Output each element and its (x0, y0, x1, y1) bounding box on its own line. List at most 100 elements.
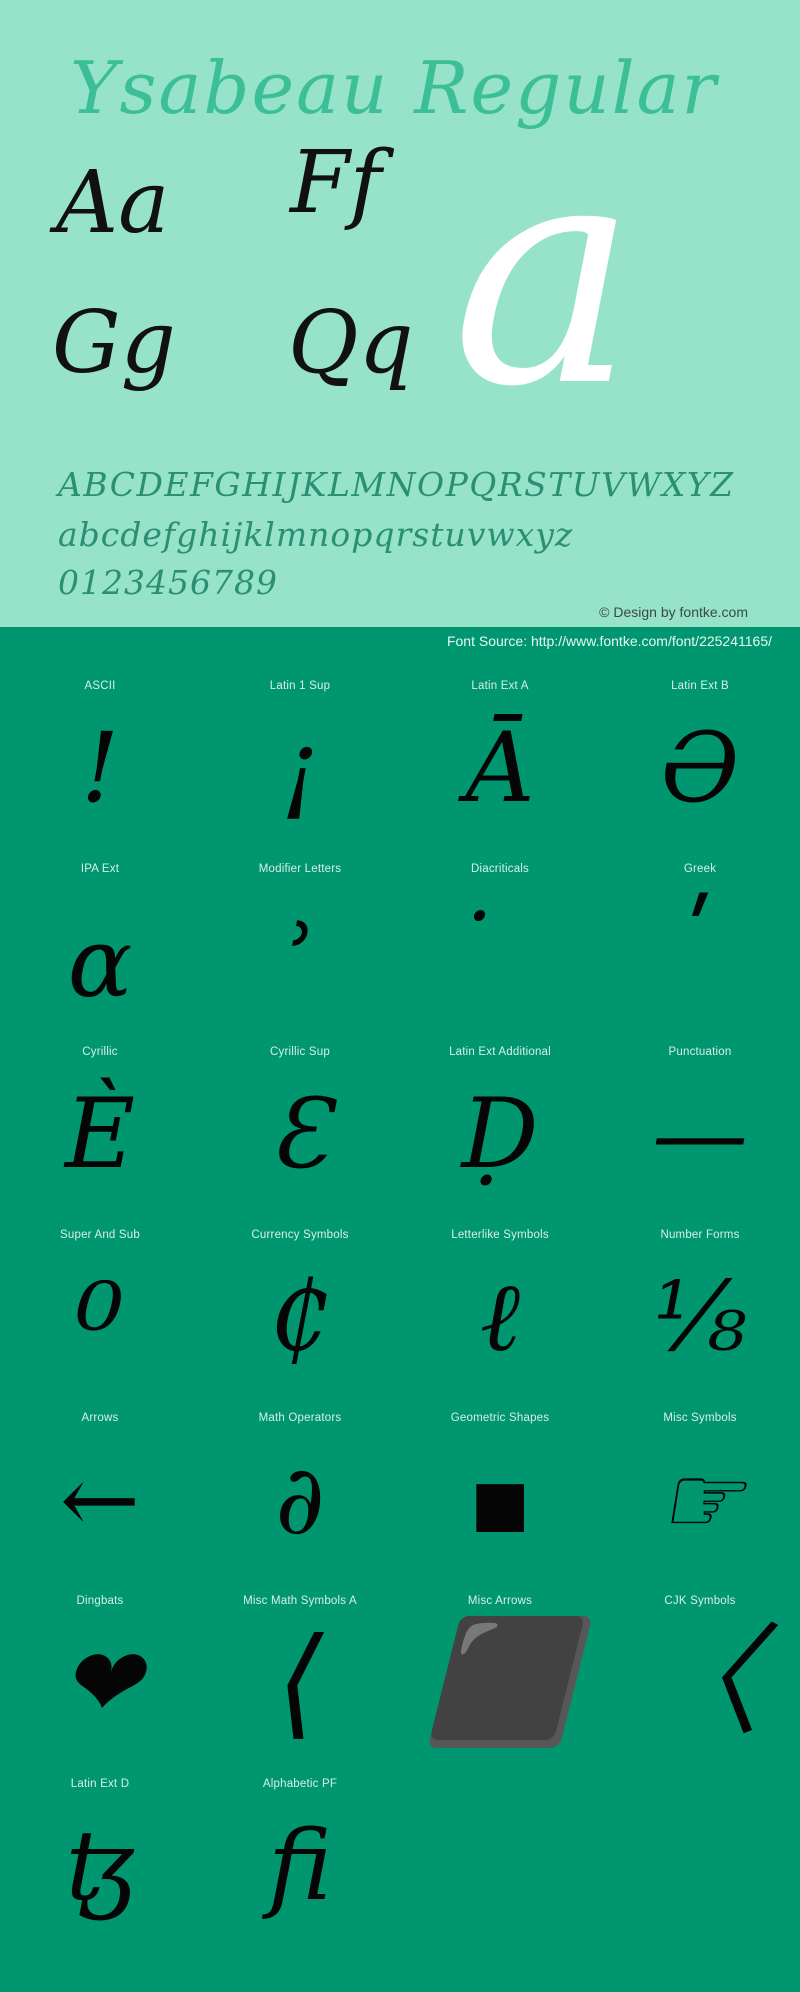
glyph-sample: ▪ (467, 1444, 533, 1556)
glyph-sample: Ɛ (270, 1078, 330, 1190)
glyph-cell-label: Misc Symbols (663, 1412, 737, 1424)
glyph-cell-label: Math Operators (258, 1412, 342, 1424)
glyph-sample: ∂ (275, 1444, 325, 1556)
glyph-cell-empty (600, 1757, 800, 1940)
specimen-panel: Ysabeau Regular Aa Ff Gg Qq a ABCDEFGHIJ… (0, 0, 800, 627)
glyph-cell[interactable]: Misc Symbols ☞ (600, 1391, 800, 1574)
glyph-cell-label: Punctuation (668, 1046, 732, 1058)
glyph-sample: ̇ (400, 877, 600, 1025)
glyph-sample: ← (59, 1444, 141, 1556)
glyph-cell-label: Alphabetic PF (262, 1778, 338, 1790)
glyph-sample (400, 1792, 600, 1940)
glyph-sample: ˒ (285, 881, 315, 993)
glyph-cell-label: Super And Sub (60, 1229, 140, 1241)
glyph-sample: ɑ (67, 907, 133, 1019)
glyph-cell-label: Misc Math Symbols A (243, 1595, 357, 1607)
letter-pair-ff: Ff (290, 133, 382, 233)
letter-pair-qq: Qq (288, 293, 414, 393)
glyph-sample: ﬁ (267, 1810, 333, 1922)
glyph-cell[interactable]: Geometric Shapes ▪ (400, 1391, 600, 1574)
glyph-sample: ʹ (686, 881, 714, 993)
glyph-sample: Ḍ (461, 1078, 539, 1190)
glyph-sample: ☞ (656, 1444, 744, 1556)
glyph-cell-label: Cyrillic Sup (270, 1046, 330, 1058)
feature-glyph: a (452, 94, 637, 455)
glyph-cell[interactable]: Latin Ext Additional Ḍ (400, 1025, 600, 1208)
glyph-cell-label: Number Forms (660, 1229, 740, 1241)
letter-pair-gg: Gg (52, 293, 176, 393)
font-specimen-page: Ysabeau Regular Aa Ff Gg Qq a ABCDEFGHIJ… (0, 0, 800, 1992)
glyph-sample: Ā (465, 712, 535, 824)
glyph-cell[interactable]: Number Forms ⅛ (600, 1208, 800, 1391)
glyph-cell[interactable]: Currency Symbols ₵ (200, 1208, 400, 1391)
glyph-sample: ⟨ (276, 1613, 324, 1752)
glyph-cell-label: Latin Ext Additional (449, 1046, 551, 1058)
unicode-block-grid: ASCII! Latin 1 Sup ¡ Latin Ext A Ā Latin Ext … (0, 659, 800, 1992)
digit-row: 0123456789 (58, 563, 278, 602)
glyph-cell[interactable]: Cyrillic Sup Ɛ (200, 1025, 400, 1208)
glyph-cell[interactable]: Dingbats ❤ (0, 1574, 200, 1757)
glyph-sample (600, 1792, 800, 1940)
glyph-cell[interactable]: Super And Sub ⁰ (0, 1208, 200, 1391)
glyph-sample: ℓ (480, 1261, 520, 1373)
glyph-cell-label: IPA Ext (80, 863, 120, 875)
glyph-sample: 〈 (640, 1613, 760, 1752)
glyph-sample: Ѐ (64, 1078, 136, 1190)
glyph-sample: Ə (660, 712, 740, 824)
glyph-grid-row: Latin Ext D ꜩ Alphabetic PF ﬁ (0, 1757, 800, 1940)
glyph-cell[interactable]: Arrows ← (0, 1391, 200, 1574)
glyph-grid-row: IPA ExtɑModifier Letters˒DiacriticalṡGr… (0, 842, 800, 1025)
glyph-cell-label: Currency Symbols (251, 1229, 349, 1241)
glyph-cell[interactable]: Alphabetic PF ﬁ (200, 1757, 400, 1940)
glyph-cell[interactable]: Punctuation — (600, 1025, 800, 1208)
glyph-sample: ⅛ (653, 1261, 747, 1373)
glyph-sample: ¡ (280, 712, 320, 824)
glyph-cell-label: Letterlike Symbols (451, 1229, 549, 1241)
glyph-cell[interactable]: Latin Ext D ꜩ (0, 1757, 200, 1940)
glyph-grid-row: Super And Sub ⁰ Currency Symbols ₵ Letterlik… (0, 1208, 800, 1391)
glyph-cell-label: Latin Ext D (70, 1778, 130, 1790)
glyph-cell-label: Diacriticals (471, 863, 529, 875)
uppercase-alphabet: ABCDEFGHIJKLMNOPQRSTUVWXYZ (58, 465, 735, 504)
glyph-cell-label: Geometric Shapes (450, 1412, 550, 1424)
glyph-grid-row: ASCII! Latin 1 Sup ¡ Latin Ext A Ā Latin Ext … (0, 659, 800, 842)
glyph-sample: ₵ (269, 1261, 331, 1373)
glyph-cell-label: Latin Ext A (471, 680, 529, 692)
letter-pair-aa: Aa (56, 153, 170, 253)
glyph-grid-row: Cyrillic Ѐ Cyrillic Sup Ɛ Latin Ext Addition… (0, 1025, 800, 1208)
font-source-link[interactable]: Font Source: http://www.fontke.com/font/… (447, 633, 772, 649)
glyph-cell-label: CJK Symbols (664, 1595, 736, 1607)
glyph-cell[interactable]: Diacriticalṡ (400, 842, 600, 1025)
glyph-cell[interactable]: Latin 1 Sup ¡ (200, 659, 400, 842)
glyph-sample: ⁰ (75, 1259, 125, 1398)
glyph-grid-row: Arrows ← Math Operators ∂ Geometric Shapes ▪ M… (0, 1391, 800, 1574)
copyright-notice: © Design by fontke.com (599, 604, 748, 620)
glyph-grid-row: Dingbats ❤ Misc Math Symbols A ⟨ Misc Arrows… (0, 1574, 800, 1757)
glyph-cell[interactable]: Cyrillic Ѐ (0, 1025, 200, 1208)
glyph-cell[interactable]: CJK Symbols 〈 (600, 1574, 800, 1757)
glyph-sample: ❤ (59, 1627, 141, 1739)
glyph-cell-label: Latin 1 Sup (269, 680, 331, 692)
glyph-cell[interactable]: Misc Arrows ⬛ (400, 1574, 600, 1757)
glyph-sample: — (652, 1078, 748, 1190)
glyph-cell-label: Latin Ext B (671, 680, 729, 692)
glyph-cell-label: ASCII (84, 680, 116, 692)
glyph-cell-label: Dingbats (76, 1595, 124, 1607)
glyph-cell[interactable]: Letterlike Symbols ℓ (400, 1208, 600, 1391)
glyph-sample: ⬛ (425, 1613, 575, 1752)
glyph-sample: ꜩ (63, 1810, 137, 1922)
glyph-cell-label: Misc Arrows (467, 1595, 533, 1607)
glyph-cell[interactable]: Latin Ext A Ā (400, 659, 600, 842)
glyph-cell[interactable]: IPA Ext ɑ (0, 842, 200, 1025)
glyph-cell[interactable]: Math Operators ∂ (200, 1391, 400, 1574)
glyph-cell[interactable]: Latin Ext B Ə (600, 659, 800, 842)
glyph-cell[interactable]: Greek ʹ (600, 842, 800, 1025)
lowercase-alphabet: abcdefghijklmnopqrstuvwxyz (58, 515, 574, 554)
letter-pair-group: Aa Ff Gg Qq (0, 140, 460, 440)
glyph-cell[interactable]: ASCII! (0, 659, 200, 842)
glyph-sample: ! (80, 712, 120, 824)
glyph-cell-label: Cyrillic (82, 1046, 118, 1058)
glyph-cell[interactable]: Misc Math Symbols A ⟨ (200, 1574, 400, 1757)
glyph-cell-empty (400, 1757, 600, 1940)
glyph-cell[interactable]: Modifier Letters ˒ (200, 842, 400, 1025)
